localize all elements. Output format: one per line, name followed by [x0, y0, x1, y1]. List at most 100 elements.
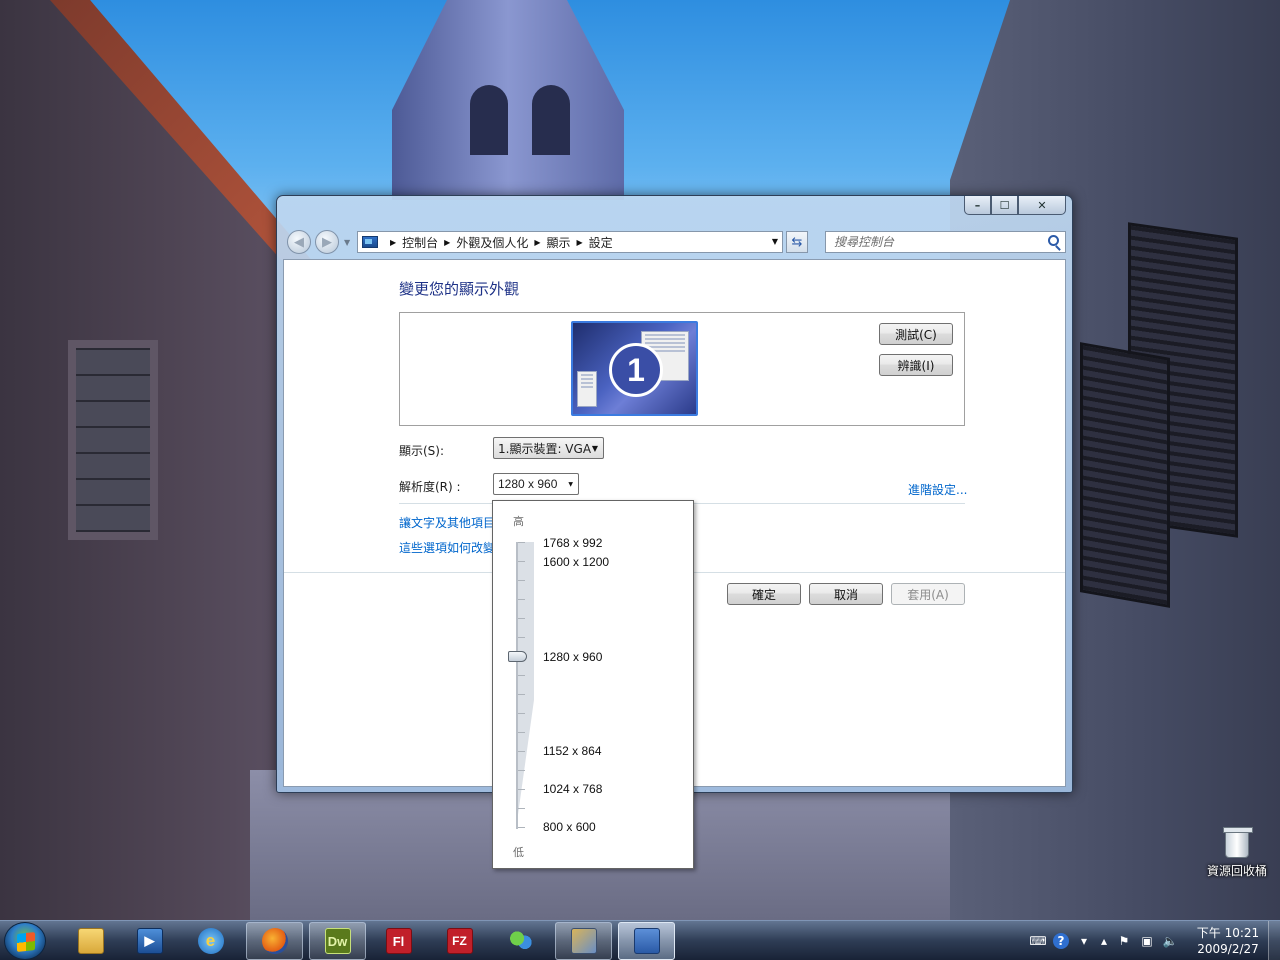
- recycle-bin-label: 資源回收桶: [1206, 864, 1267, 878]
- show-desktop-button[interactable]: [1268, 921, 1280, 960]
- recent-pages-chevron-icon[interactable]: ▼: [344, 238, 350, 247]
- taskbar-dreamweaver[interactable]: Dw: [309, 922, 366, 960]
- resolution-option-selected[interactable]: 1280 x 960: [543, 650, 602, 664]
- display-select-value: 1.顯示裝置: VGA: [498, 441, 592, 456]
- minimize-button[interactable]: –: [964, 196, 991, 215]
- advanced-settings-link[interactable]: 進階設定...: [908, 481, 967, 498]
- search-box[interactable]: [825, 231, 1066, 253]
- address-dropdown-icon[interactable]: ▼: [772, 237, 778, 246]
- resolution-option[interactable]: 1600 x 1200: [543, 555, 609, 569]
- high-label: 高: [513, 515, 524, 528]
- slider-tick: [518, 770, 525, 771]
- slider-tick: [518, 618, 525, 619]
- keyboard-icon[interactable]: ⌨: [1029, 933, 1046, 949]
- breadcrumb-separator-icon[interactable]: ▶: [577, 238, 583, 247]
- display-label: 顯示(S):: [399, 444, 445, 458]
- show-hidden-icons-icon[interactable]: ▴: [1099, 933, 1109, 949]
- search-icon[interactable]: [1048, 235, 1059, 246]
- cancel-button[interactable]: 取消: [809, 583, 883, 605]
- network-icon[interactable]: ▣: [1139, 933, 1155, 949]
- close-button[interactable]: ✕: [1018, 196, 1066, 215]
- resolution-dropdown: 高 1768 x 992 1600 x 1200 1280 x 960 1152…: [492, 500, 694, 869]
- firefox-icon: [261, 928, 288, 954]
- wallpaper-window: [68, 340, 158, 540]
- monitor-1-tile[interactable]: 1: [571, 321, 698, 416]
- recycle-bin[interactable]: 資源回收桶: [1200, 827, 1274, 879]
- start-button[interactable]: [4, 922, 46, 960]
- resolution-option[interactable]: 1024 x 768: [543, 782, 602, 796]
- detect-button[interactable]: 測試(C): [879, 323, 953, 345]
- resolution-select[interactable]: 1280 x 960 ▼: [493, 473, 579, 495]
- taskbar-internet-explorer[interactable]: e: [182, 922, 239, 960]
- forward-button[interactable]: ▶: [315, 230, 339, 254]
- display-select[interactable]: 1.顯示裝置: VGA ▼: [493, 437, 604, 459]
- display-settings-icon: [633, 928, 660, 954]
- resolution-option[interactable]: 800 x 600: [543, 820, 596, 834]
- media-player-icon: ▶: [136, 928, 163, 954]
- breadcrumb-settings[interactable]: 設定: [589, 234, 613, 251]
- clock-date: 2009/2/27: [1197, 942, 1259, 956]
- clock-time: 下午 10:21: [1196, 926, 1260, 940]
- control-panel-icon: [362, 236, 378, 248]
- resolution-label: 解析度(R) :: [399, 480, 461, 494]
- search-input[interactable]: [826, 232, 1036, 252]
- breadcrumb-separator-icon[interactable]: ▶: [444, 238, 450, 247]
- breadcrumb-separator-icon[interactable]: ▶: [534, 238, 540, 247]
- text-size-link[interactable]: 讓文字及其他項目: [399, 514, 495, 531]
- folder-icon: [77, 928, 104, 954]
- mini-window-icon: [577, 371, 597, 407]
- low-label: 低: [513, 846, 524, 859]
- wallpaper-shutter: [1080, 342, 1170, 608]
- ok-button[interactable]: 確定: [727, 583, 801, 605]
- wallpaper-tower: [392, 0, 624, 200]
- slider-track[interactable]: [516, 542, 518, 829]
- resolution-option[interactable]: 1768 x 992: [543, 536, 602, 550]
- breadcrumb-appearance[interactable]: 外觀及個人化: [456, 234, 528, 251]
- taskbar-firefox[interactable]: [246, 922, 303, 960]
- volume-icon[interactable]: 🔈: [1162, 933, 1178, 949]
- settings-help-link[interactable]: 這些選項如何改變: [399, 539, 495, 556]
- recycle-bin-icon: [1223, 827, 1253, 858]
- taskbar-photo-app[interactable]: [555, 922, 612, 960]
- slider-tick: [518, 713, 525, 714]
- breadcrumb-separator-icon[interactable]: ▶: [390, 238, 396, 247]
- slider-tick: [518, 580, 525, 581]
- slider-thumb[interactable]: [508, 651, 527, 662]
- slider-tick: [518, 732, 525, 733]
- refresh-icon: ⇆: [791, 234, 803, 250]
- resolution-select-value: 1280 x 960: [498, 477, 558, 491]
- action-center-flag-icon[interactable]: ⚑: [1116, 933, 1132, 949]
- monitor-preview-box: 1 測試(C) 辨識(I): [399, 312, 965, 426]
- maximize-button[interactable]: ☐: [991, 196, 1018, 215]
- breadcrumb-control-panel[interactable]: 控制台: [402, 234, 438, 251]
- taskbar-filezilla[interactable]: FZ: [431, 922, 488, 960]
- slider-tick: [518, 827, 525, 828]
- taskbar-explorer[interactable]: [62, 922, 119, 960]
- resolution-option[interactable]: 1152 x 864: [543, 744, 602, 758]
- back-button[interactable]: ◀: [287, 230, 311, 254]
- taskbar-messenger[interactable]: [492, 922, 549, 960]
- taskbar-media-player[interactable]: ▶: [121, 922, 178, 960]
- refresh-button[interactable]: ⇆: [786, 231, 808, 253]
- breadcrumb-display[interactable]: 顯示: [547, 234, 571, 251]
- messenger-icon: [507, 928, 534, 954]
- input-method-icon[interactable]: ▾: [1076, 933, 1092, 949]
- apply-button[interactable]: 套用(A): [891, 583, 965, 605]
- wallpaper-arch: [470, 85, 508, 155]
- help-icon[interactable]: ?: [1053, 933, 1069, 949]
- taskbar-display-settings[interactable]: [618, 922, 675, 960]
- identify-button[interactable]: 辨識(I): [879, 354, 953, 376]
- slider-tick: [518, 789, 525, 790]
- taskbar-flash[interactable]: Fl: [370, 922, 427, 960]
- photo-gallery-icon: [570, 928, 597, 954]
- slider-track-fill: [516, 542, 534, 829]
- filezilla-icon: FZ: [446, 928, 473, 954]
- slider-tick: [518, 808, 525, 809]
- monitor-number-badge: 1: [609, 343, 663, 397]
- address-bar[interactable]: ▶ 控制台 ▶ 外觀及個人化 ▶ 顯示 ▶ 設定 ▼: [357, 231, 783, 253]
- clock[interactable]: 下午 10:21 2009/2/27: [1193, 925, 1263, 957]
- page-title: 變更您的顯示外觀: [399, 280, 520, 298]
- slider-tick: [518, 561, 525, 562]
- slider-tick: [518, 675, 525, 676]
- chevron-down-icon: ▼: [591, 444, 598, 453]
